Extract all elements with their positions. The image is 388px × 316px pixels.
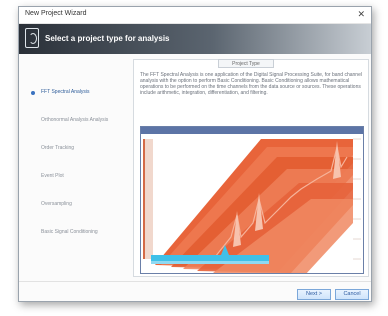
waterfall-preview-image	[140, 126, 364, 274]
window-title: New Project Wizard	[25, 10, 87, 17]
selected-bullet-icon	[31, 91, 35, 95]
project-type-item[interactable]: Orthonormal Analysis Analysis	[23, 115, 131, 126]
project-type-item[interactable]: Basic Signal Conditioning	[23, 227, 131, 238]
next-button[interactable]: Next >	[297, 289, 331, 300]
wizard-window: New Project Wizard ✕ Select a project ty…	[18, 6, 372, 302]
project-type-item[interactable]: Oversampling	[23, 199, 131, 210]
cancel-button[interactable]: Cancel	[335, 289, 369, 300]
banner-title: Select a project type for analysis	[45, 34, 170, 43]
footer-divider	[19, 281, 371, 282]
project-type-label: Basic Signal Conditioning	[41, 229, 98, 235]
project-type-label: FFT Spectral Analysis	[41, 89, 90, 95]
project-type-item[interactable]: FFT Spectral Analysis	[23, 87, 131, 98]
tab-project-type[interactable]: Project Type	[218, 59, 274, 68]
project-type-list: FFT Spectral Analysis Orthonormal Analys…	[23, 59, 131, 277]
project-type-label: Event Plot	[41, 173, 64, 179]
project-type-label: Orthonormal Analysis Analysis	[41, 117, 109, 123]
project-type-label: Oversampling	[41, 201, 72, 207]
project-details-panel: Project Type The FFT Spectral Analysis i…	[133, 59, 369, 277]
close-icon[interactable]: ✕	[357, 9, 365, 20]
wizard-banner: Select a project type for analysis	[19, 24, 371, 54]
waterfall-plot-graphic	[143, 138, 361, 273]
project-type-label: Order Tracking	[41, 145, 75, 151]
project-type-item[interactable]: Event Plot	[23, 171, 131, 182]
project-description: The FFT Spectral Analysis is one applica…	[140, 72, 362, 96]
project-type-item[interactable]: Order Tracking	[23, 143, 131, 154]
app-logo-icon	[25, 28, 39, 48]
title-bar: New Project Wizard ✕	[19, 7, 371, 24]
